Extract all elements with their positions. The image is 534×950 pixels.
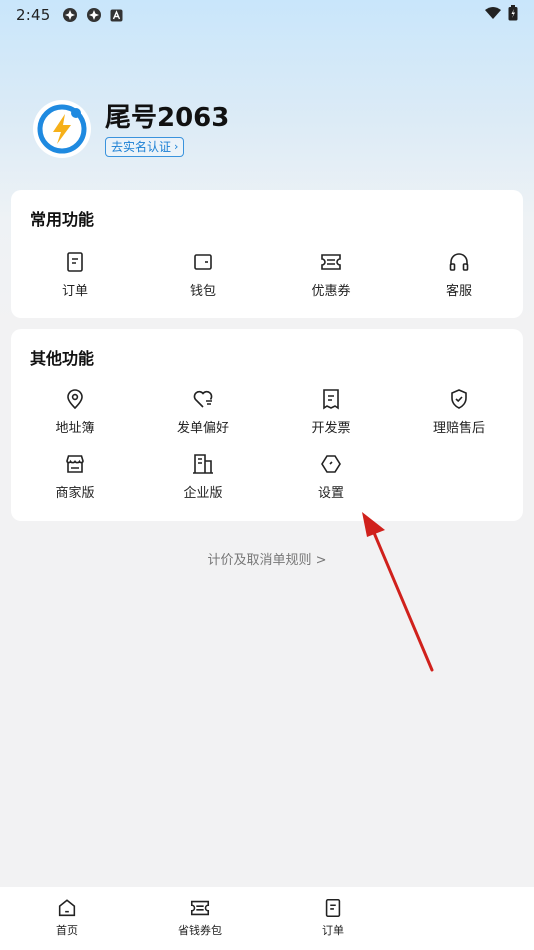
grid-label: 发单偏好	[176, 421, 229, 436]
store-icon	[66, 455, 84, 473]
section-title: 其他功能	[30, 349, 95, 368]
location-icon	[67, 389, 83, 410]
battery-icon	[508, 5, 518, 25]
address-book-button[interactable]: 地址簿	[11, 387, 139, 443]
coupon-icon	[321, 254, 341, 270]
order-icon	[67, 252, 83, 272]
nav-label: 首页	[56, 924, 78, 937]
grid-label: 客服	[445, 284, 472, 299]
app-icon	[62, 7, 78, 23]
notification-icon	[110, 9, 123, 22]
order-preference-button[interactable]: 发单偏好	[139, 387, 267, 443]
building-icon	[193, 454, 213, 474]
grid-label: 企业版	[183, 486, 223, 501]
username: 尾号2063	[105, 103, 230, 133]
coupon-icon	[190, 900, 210, 916]
pricing-cancellation-rules-link[interactable]: 计价及取消单规则 >	[0, 549, 534, 568]
nav-label: 订单	[322, 924, 344, 937]
wallet-icon	[194, 254, 212, 270]
grid-label: 开发票	[311, 421, 351, 436]
merchant-edition-button[interactable]: 商家版	[11, 452, 139, 508]
invoice-button[interactable]: 开发票	[267, 387, 395, 443]
invoice-icon	[323, 389, 339, 410]
grid-label: 地址簿	[55, 421, 95, 436]
settings-icon	[321, 455, 341, 473]
grid-label: 商家版	[55, 486, 95, 501]
claims-service-button[interactable]: 理赔售后	[395, 387, 523, 443]
wifi-icon	[484, 6, 502, 24]
nav-orders[interactable]: 订单	[278, 897, 388, 938]
wallet-button[interactable]: 钱包	[139, 250, 267, 306]
chevron-right-icon: ›	[174, 140, 179, 153]
enterprise-edition-button[interactable]: 企业版	[139, 452, 267, 508]
status-bar: 2:45	[0, 0, 534, 30]
settings-button[interactable]: 设置	[267, 452, 395, 508]
common-functions-card: 常用功能 订单 钱包 优惠券 客服	[11, 190, 523, 318]
verify-identity-button[interactable]: 去实名认证 ›	[105, 137, 185, 157]
headset-icon	[449, 253, 469, 271]
grid-label: 理赔售后	[432, 421, 485, 436]
grid-label: 设置	[317, 486, 344, 501]
bottom-nav: 首页 省钱券包 订单	[0, 887, 534, 950]
shield-icon	[451, 389, 467, 409]
other-functions-card: 其他功能 地址簿 发单偏好 开发票 理赔售后 商家版 企业版 设置	[11, 329, 523, 521]
nav-label: 省钱券包	[178, 924, 222, 937]
heart-icon	[193, 390, 213, 408]
order-button[interactable]: 订单	[11, 250, 139, 306]
grid-label: 优惠券	[311, 284, 351, 299]
verify-label: 去实名认证	[111, 140, 172, 154]
section-title: 常用功能	[30, 210, 95, 229]
nav-home[interactable]: 首页	[12, 897, 122, 938]
nav-coupon-wallet[interactable]: 省钱券包	[145, 897, 255, 938]
profile-header: 尾号2063 去实名认证 ›	[33, 100, 229, 158]
order-icon	[325, 898, 341, 918]
customer-service-button[interactable]: 客服	[395, 250, 523, 306]
app-icon	[86, 7, 102, 23]
avatar[interactable]	[33, 100, 91, 158]
coupon-button[interactable]: 优惠券	[267, 250, 395, 306]
lightning-icon	[37, 104, 87, 154]
status-time: 2:45	[16, 6, 51, 24]
grid-label: 订单	[61, 284, 88, 299]
grid-label: 钱包	[189, 284, 216, 299]
home-icon	[58, 899, 76, 917]
